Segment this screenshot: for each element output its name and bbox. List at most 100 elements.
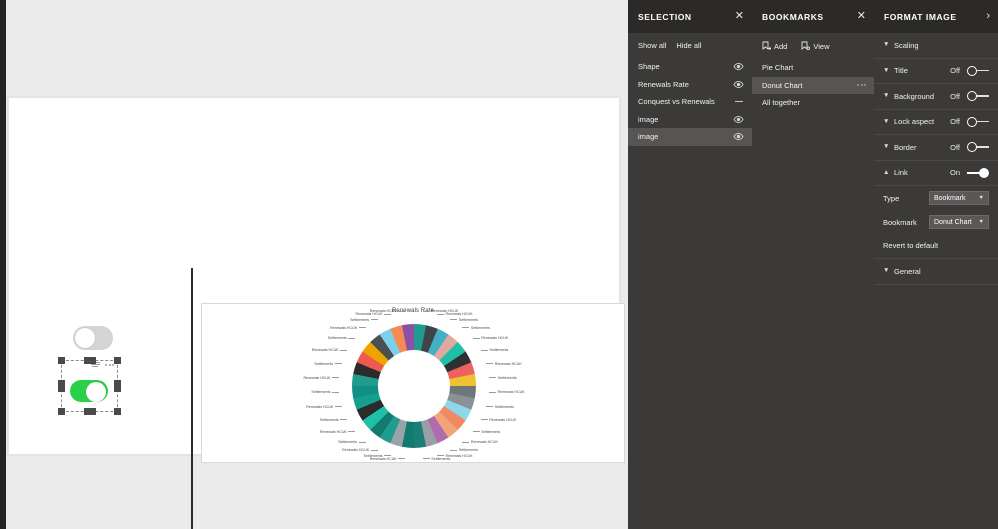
general-section-label: General xyxy=(894,266,921,276)
format-toggle-switch[interactable] xyxy=(967,142,989,153)
view-bookmarks-label: View xyxy=(813,41,830,51)
link-bookmark-dropdown[interactable]: Donut Chart ▼ xyxy=(929,215,989,229)
resize-handle-bottom-center[interactable] xyxy=(83,408,96,415)
format-sections-list: ▼ Scaling ▼ Title Off ▼ Background Off ▼ Lock asp… xyxy=(874,33,998,186)
switch-track-on xyxy=(70,380,108,402)
link-settings-group: Type Bookmark ▼ Bookmark Donut Chart ▼ R… xyxy=(874,186,998,259)
eye-visible-icon[interactable] xyxy=(733,79,744,90)
donut-slice-label: Renewals HCUK xyxy=(479,418,516,423)
resize-handle-top-right[interactable] xyxy=(114,357,121,364)
donut-slice-label: Settlements xyxy=(449,318,478,323)
resize-handle-top-center[interactable] xyxy=(83,357,96,364)
donut-slice-label: Renewals HCUK xyxy=(320,430,357,435)
eye-visible-icon[interactable] xyxy=(733,131,744,142)
bookmark-row[interactable]: Pie Chart xyxy=(752,59,874,77)
chevron-down-icon: ▼ xyxy=(883,267,890,274)
link-bookmark-label: Bookmark xyxy=(883,217,917,227)
switch-knob-on xyxy=(86,382,106,402)
bookmark-row[interactable]: All together xyxy=(752,94,874,112)
add-bookmark-label: Add xyxy=(774,41,788,51)
bookmark-row[interactable]: Donut Chart xyxy=(752,76,874,94)
eye-visible-icon[interactable] xyxy=(733,114,744,125)
donut-slice-label: Settlements xyxy=(350,318,379,323)
bookmarks-toolbar: Add View xyxy=(752,33,874,58)
resize-handle-middle-right[interactable] xyxy=(114,380,121,392)
format-toggle-switch[interactable] xyxy=(967,65,989,76)
eye-visible-icon[interactable] xyxy=(733,61,744,72)
show-all-button[interactable]: Show all xyxy=(638,41,666,50)
format-section-border[interactable]: ▼ Border Off xyxy=(874,135,998,161)
shape-vertical-line[interactable] xyxy=(191,268,193,529)
format-section-row[interactable]: ▼ Title Off xyxy=(874,59,998,84)
selection-bulk-actions: Show all Hide all xyxy=(628,33,752,57)
chevron-down-icon: ▼ xyxy=(978,219,984,225)
toggle-switch-on-image[interactable] xyxy=(58,357,121,415)
eye-hidden-icon[interactable] xyxy=(733,96,744,107)
format-section-lock-aspect[interactable]: ▼ Lock aspect Off xyxy=(874,110,998,135)
format-section-label: Link xyxy=(894,168,908,178)
view-bookmarks-button[interactable]: View xyxy=(801,41,829,51)
format-toggle-switch[interactable] xyxy=(967,116,989,127)
donut-slice-label: Settlements xyxy=(421,457,450,462)
format-toggle-switch[interactable] xyxy=(967,167,989,178)
bookmark-more-options-icon[interactable] xyxy=(857,84,866,87)
donut-slice-label: Renewals HCUK xyxy=(485,362,522,367)
format-section-label: Scaling xyxy=(894,40,919,50)
bookmark-label: All together xyxy=(762,98,800,108)
revert-to-default-button[interactable]: Revert to default xyxy=(874,234,998,258)
selection-layer-label: image xyxy=(638,114,659,124)
bookmarks-pane-title: BOOKMARKS xyxy=(762,11,824,22)
format-toggle-state: Off xyxy=(950,66,960,76)
selection-layer-row[interactable]: Renewals Rate xyxy=(628,76,752,94)
donut-slice-label: Renewals HCUK xyxy=(330,326,367,331)
donut-slice-label: Settlements xyxy=(364,454,393,459)
selection-layer-row[interactable]: image xyxy=(628,111,752,129)
add-bookmark-button[interactable]: Add xyxy=(762,41,787,51)
link-type-dropdown[interactable]: Bookmark ▼ xyxy=(929,191,989,205)
more-options-icon[interactable] xyxy=(105,363,114,366)
selection-layer-row[interactable]: Conquest vs Renewals xyxy=(628,93,752,111)
close-icon[interactable]: ✕ xyxy=(857,11,866,22)
format-section-row[interactable]: ▼ Border Off xyxy=(874,135,998,160)
donut-ring[interactable] xyxy=(352,324,476,448)
donut-slice-label: Settlements xyxy=(320,418,349,423)
format-toggle-switch[interactable] xyxy=(967,91,989,102)
switch-graphic-on xyxy=(70,380,108,402)
resize-handle-bottom-left[interactable] xyxy=(58,408,65,415)
donut-slice-label: Settlements xyxy=(488,376,517,381)
report-page-canvas[interactable]: Renewals Rate Renewals HCUK Renewals HCUK… xyxy=(8,97,625,529)
format-section-row[interactable]: ▼ Scaling xyxy=(874,33,998,58)
format-section-link[interactable]: ▲ Link On xyxy=(874,161,998,186)
donut-slice-label: Settlements xyxy=(479,348,508,353)
format-section-row[interactable]: ▼ Lock aspect Off xyxy=(874,110,998,135)
resize-handle-middle-left[interactable] xyxy=(58,380,65,392)
toggle-switch-off-image[interactable] xyxy=(73,326,113,350)
selection-layer-row[interactable]: image xyxy=(628,128,752,146)
resize-handle-bottom-right[interactable] xyxy=(114,408,121,415)
renewals-rate-donut-visual[interactable]: Renewals Rate Renewals HCUK Renewals HCUK… xyxy=(201,303,625,463)
selection-layer-label: Renewals Rate xyxy=(638,79,689,89)
format-toggle-state: Off xyxy=(950,142,960,152)
format-section-row[interactable]: ▼ Background Off xyxy=(874,84,998,109)
selection-layer-label: Conquest vs Renewals xyxy=(638,97,715,107)
hide-all-button[interactable]: Hide all xyxy=(676,41,701,50)
format-section-label: Lock aspect xyxy=(894,117,935,127)
donut-slice-label: Renewals HCUK xyxy=(436,313,472,317)
donut-slice-label: Renewals HCUK xyxy=(488,391,525,395)
format-section-row[interactable]: ▲ Link On xyxy=(874,161,998,186)
format-section-scaling[interactable]: ▼ Scaling xyxy=(874,33,998,59)
selection-pane-title: SELECTION xyxy=(638,11,692,22)
resize-handle-top-left[interactable] xyxy=(58,357,65,364)
format-section-background[interactable]: ▼ Background Off xyxy=(874,84,998,110)
close-icon[interactable]: ✕ xyxy=(735,11,744,22)
link-bookmark-field: Bookmark Donut Chart ▼ xyxy=(874,210,998,234)
format-section-label: Title xyxy=(894,66,908,76)
format-section-title[interactable]: ▼ Title Off xyxy=(874,59,998,84)
general-section[interactable]: ▼ General xyxy=(874,259,998,285)
donut-slice-label: Renewals HCUK xyxy=(342,449,379,453)
selection-layer-row[interactable]: Shape xyxy=(628,58,752,76)
general-section-row[interactable]: ▼ General xyxy=(874,259,998,284)
selection-pane-header: SELECTION ✕ xyxy=(628,0,752,33)
chevron-right-icon[interactable]: › xyxy=(986,11,990,22)
chevron-down-icon: ▼ xyxy=(883,143,890,150)
